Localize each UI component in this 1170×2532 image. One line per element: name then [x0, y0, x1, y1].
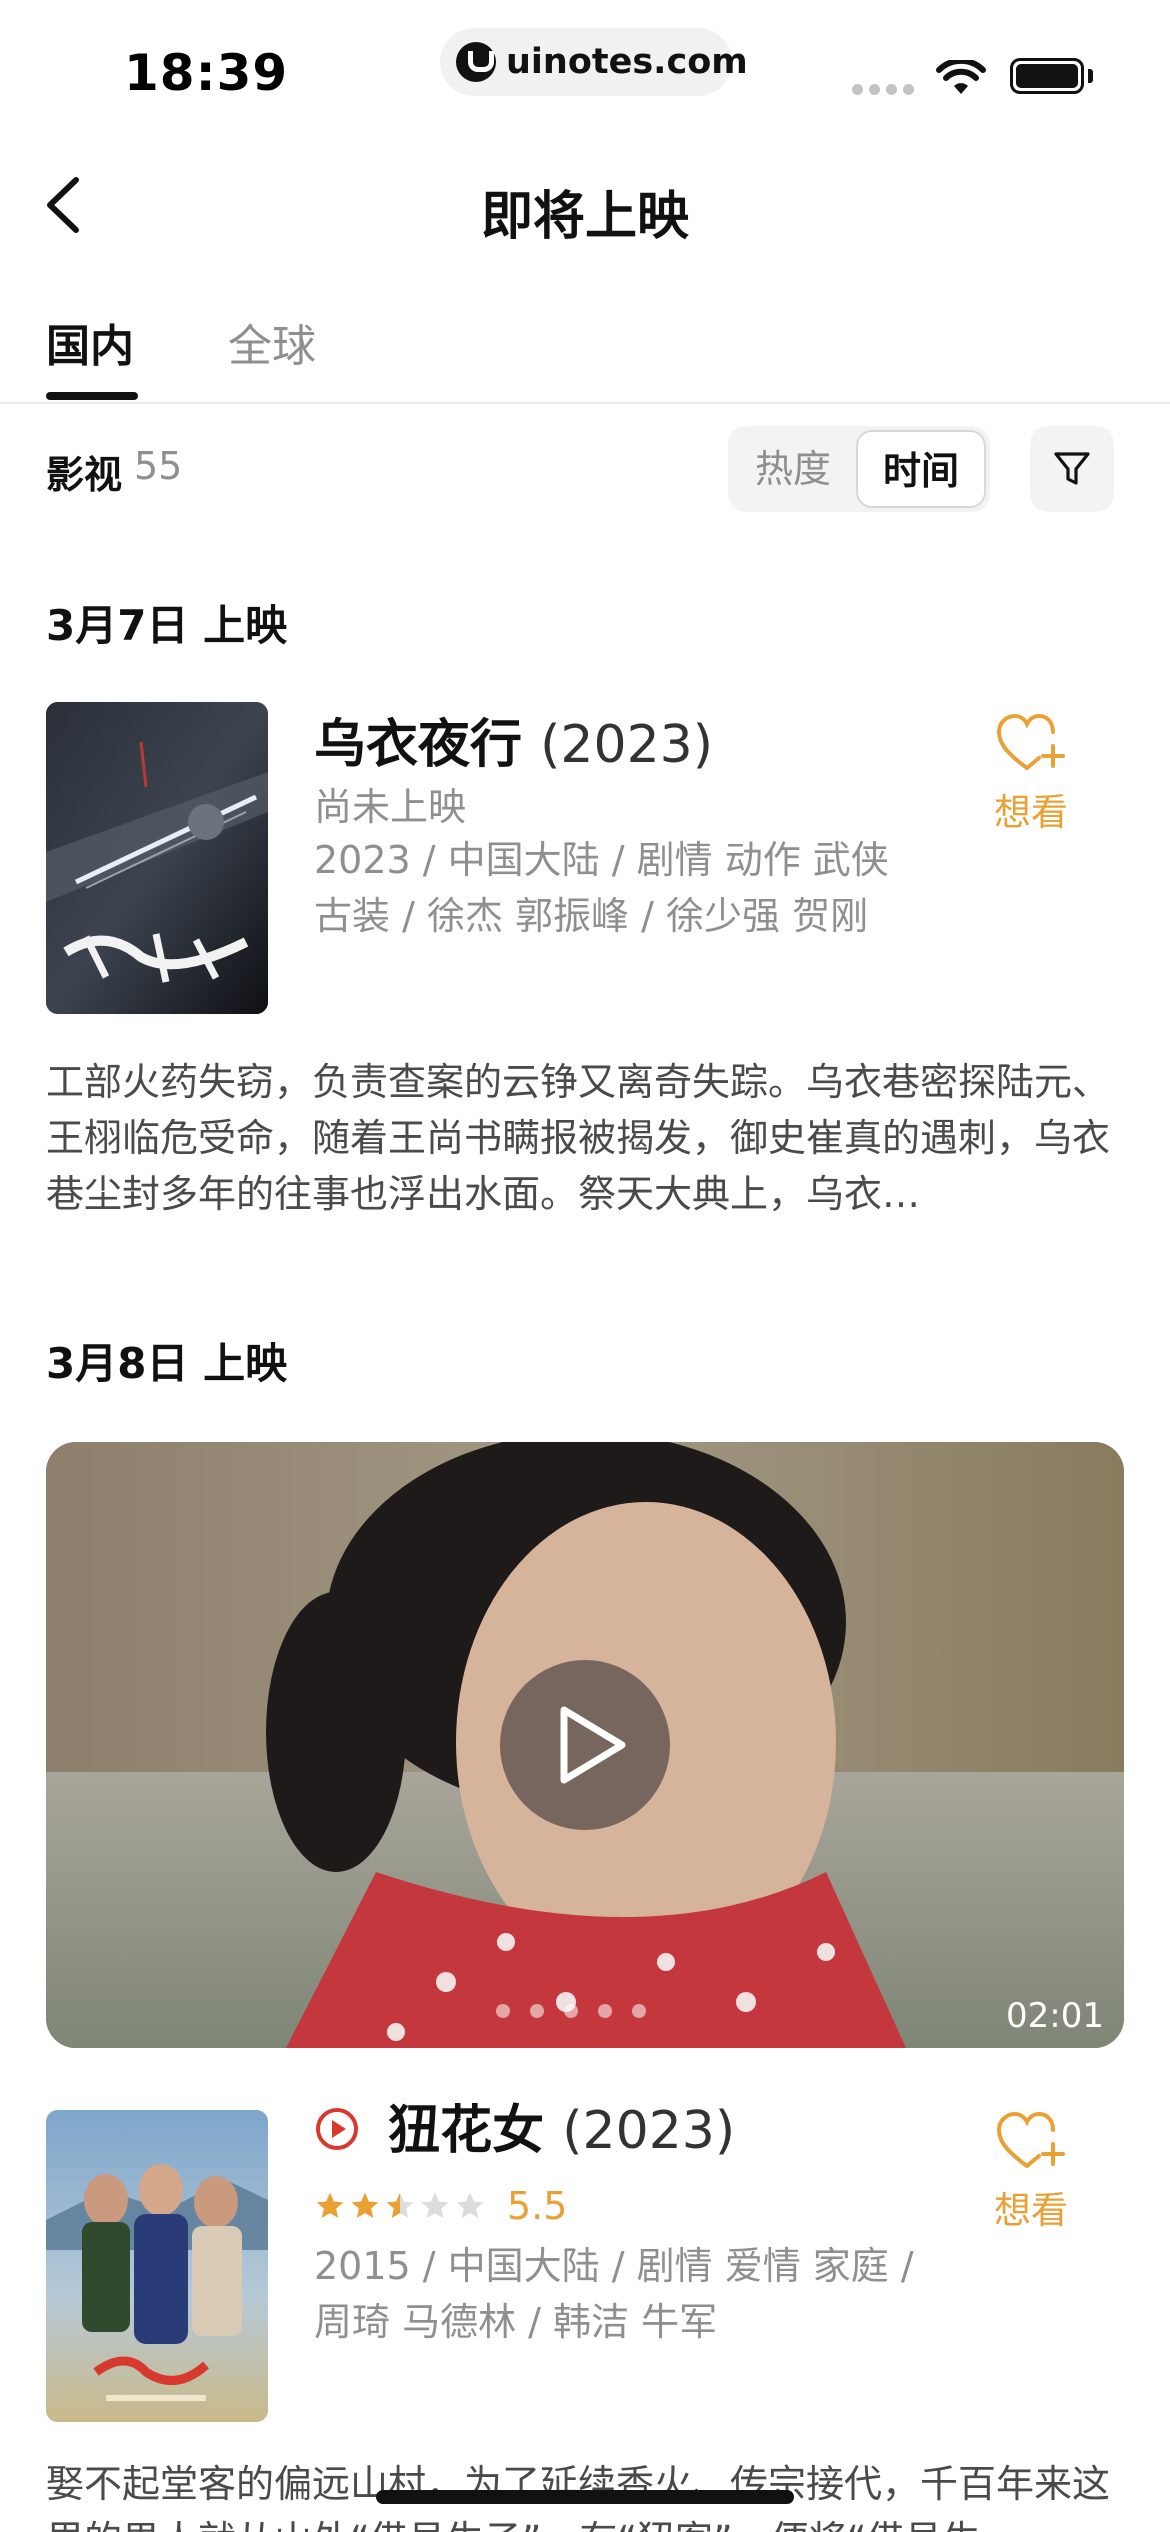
play-icon: [560, 1706, 626, 1784]
status-time: 18:39: [124, 44, 289, 102]
battery-cap: [1088, 69, 1093, 83]
poster-art: [46, 2110, 268, 2422]
carousel-dots: [496, 2004, 646, 2018]
site-logo-icon: [456, 42, 496, 82]
page-title: 即将上映: [480, 187, 689, 247]
star-full-icon: [316, 2192, 344, 2218]
heart-plus-icon: [996, 713, 1065, 770]
want-to-watch-button[interactable]: 想看: [976, 712, 1086, 836]
movie-meta: 2015 / 中国大陆 / 剧情 爱情 家庭 / 周琦 马德林 / 韩洁 牛军: [314, 2238, 934, 2350]
section-date: 3月7日 上映: [46, 601, 288, 650]
video-duration: 02:01: [1006, 1996, 1104, 2036]
filter-button[interactable]: [1030, 426, 1114, 512]
movie-name: 狃花女: [388, 2101, 545, 2161]
want-label: 想看: [994, 2189, 1068, 2232]
wifi-icon: [936, 60, 986, 94]
section-date: 3月8日 上映: [46, 1339, 288, 1388]
nav-bar: 即将上映: [0, 150, 1170, 260]
poster-art: [46, 702, 268, 1014]
meta-line: 2015 / 中国大陆 / 剧情 爱情 家庭 /: [314, 2244, 914, 2288]
release-status: 尚未上映: [314, 785, 467, 829]
sort-by-time[interactable]: 时间: [856, 430, 986, 508]
star-empty-icon: [421, 2192, 449, 2218]
movie-synopsis[interactable]: 工部火药失窃，负责查案的云铮又离奇失踪。乌衣巷密探陆元、王栩临危受命，随着王尚书…: [46, 1054, 1124, 1222]
category-label: 影视: [46, 453, 123, 497]
url-pill[interactable]: uinotes.com: [440, 28, 748, 96]
url-text: uinotes.com: [506, 42, 748, 82]
result-count: 55: [134, 444, 183, 488]
meta-line: 2023 / 中国大陆 / 剧情 动作 武侠: [314, 838, 889, 882]
home-indicator[interactable]: [376, 2490, 794, 2504]
status-bar: 18:39 uinotes.com: [0, 0, 1170, 140]
region-tabs: 国内 全球: [0, 300, 1170, 404]
cellular-signal-icon: [852, 84, 914, 95]
rating: 5.5: [314, 2184, 567, 2228]
filter-funnel-icon: [1054, 452, 1090, 485]
want-label: 想看: [994, 791, 1068, 834]
meta-line: 古装 / 徐杰 郭振峰 / 徐少强 贺刚: [314, 894, 869, 938]
meta-line: 周琦 马德林 / 韩洁 牛军: [314, 2300, 718, 2344]
tab-global[interactable]: 全球: [228, 310, 316, 374]
movie-year: (2023): [540, 715, 714, 775]
battery-icon: [1010, 58, 1084, 94]
sort-by-popularity[interactable]: 热度: [728, 426, 858, 512]
movie-poster[interactable]: [46, 702, 268, 1014]
movie-meta: 2023 / 中国大陆 / 剧情 动作 武侠 古装 / 徐杰 郭振峰 / 徐少强…: [314, 832, 934, 944]
want-to-watch-button[interactable]: 想看: [976, 2110, 1086, 2234]
movie-year: (2023): [562, 2101, 736, 2161]
active-tab-indicator: [46, 392, 138, 400]
movie-name: 乌衣夜行: [314, 715, 523, 775]
filter-row: 影视 55 热度 时间: [0, 420, 1170, 516]
movie-poster[interactable]: [46, 2110, 268, 2422]
star-half-icon: [386, 2192, 414, 2218]
trailer-video[interactable]: 02:01: [46, 1442, 1124, 2048]
play-circle-icon: [316, 2108, 358, 2150]
movie-title[interactable]: 狃花女 (2023): [314, 2088, 735, 2163]
star-empty-icon: [456, 2192, 484, 2218]
rating-score: 5.5: [507, 2184, 568, 2228]
movie-title[interactable]: 乌衣夜行 (2023): [314, 702, 713, 777]
tab-domestic[interactable]: 国内: [46, 310, 134, 374]
heart-plus-icon: [996, 2111, 1065, 2168]
star-full-icon: [351, 2192, 379, 2218]
play-button[interactable]: [500, 1660, 670, 1830]
sort-toggle: 热度 时间: [728, 426, 990, 512]
